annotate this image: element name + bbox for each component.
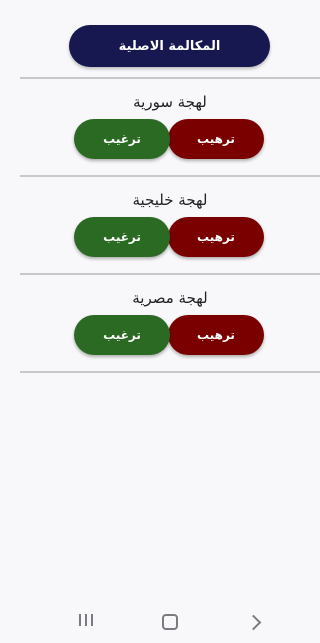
divider [20, 371, 320, 373]
divider [20, 175, 320, 177]
original-call-button[interactable]: المكالمة الاصلية [69, 25, 270, 67]
intimidation-button-gulf[interactable]: ترهيب [168, 217, 264, 257]
system-navigation-bar [20, 600, 320, 643]
divider [20, 273, 320, 275]
encouragement-button-egyptian[interactable]: ترغيب [74, 315, 170, 355]
section-title-gulf: لهجة خليجية [132, 191, 208, 209]
section-title-syrian: لهجة سورية [133, 93, 207, 111]
divider [20, 77, 320, 79]
encouragement-button-gulf[interactable]: ترغيب [74, 217, 170, 257]
encouragement-button-syrian[interactable]: ترغيب [74, 119, 170, 159]
intimidation-button-egyptian[interactable]: ترهيب [168, 315, 264, 355]
home-icon[interactable] [162, 614, 178, 630]
intimidation-button-syrian[interactable]: ترهيب [168, 119, 264, 159]
back-icon[interactable] [245, 614, 262, 631]
recent-apps-icon[interactable] [79, 614, 93, 628]
section-title-egyptian: لهجة مصرية [132, 289, 208, 307]
